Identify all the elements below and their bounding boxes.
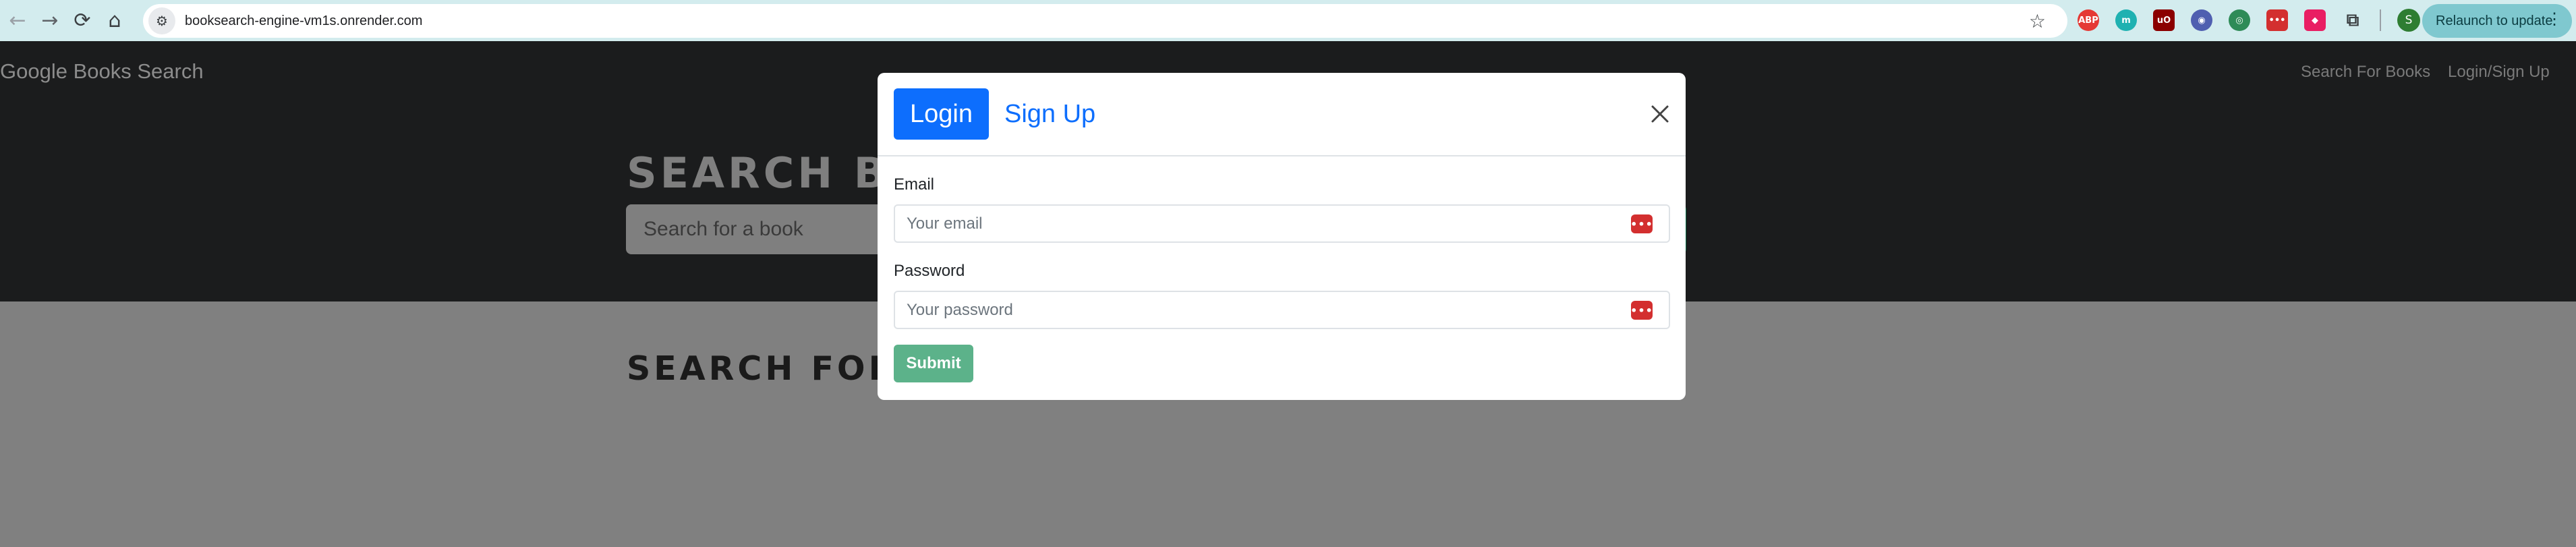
close-icon[interactable] (1649, 103, 1671, 125)
toolbar-divider (2380, 9, 2381, 31)
nav-login-signup-link[interactable]: Login/Sign Up (2448, 63, 2550, 82)
tab-login[interactable]: Login (894, 88, 989, 140)
forward-icon[interactable]: → (34, 5, 66, 37)
reload-icon[interactable]: ⟳ (66, 5, 98, 37)
email-label: Email (894, 175, 935, 194)
puzzle-extensions-icon[interactable]: ⧉ (2342, 9, 2364, 31)
section-title: SEARCH FOR (627, 349, 898, 388)
tab-signup[interactable]: Sign Up (1004, 88, 1095, 140)
password-label: Password (894, 262, 965, 280)
globe-extension-icon[interactable]: ◉ (2191, 9, 2212, 31)
home-icon[interactable]: ⌂ (98, 5, 131, 37)
hero-title: SEARCH B (627, 148, 889, 198)
url-text[interactable]: booksearch-engine-vm1s.onrender.com (185, 13, 422, 29)
search-placeholder: Search for a book (643, 218, 803, 240)
email-field[interactable]: Your email ••• (894, 204, 1670, 243)
login-modal: Login Sign Up Email Your email ••• Passw… (878, 73, 1686, 400)
kebab-menu-icon[interactable]: ⋮ (2546, 9, 2563, 29)
teal-m-extension-icon[interactable]: m (2115, 9, 2137, 31)
bookmark-star-icon[interactable]: ☆ (2029, 10, 2046, 32)
brand-link[interactable]: Google Books Search (0, 59, 204, 84)
adblock-plus-extension-icon[interactable]: ABP (2078, 9, 2099, 31)
password-field[interactable]: Your password ••• (894, 291, 1670, 329)
submit-button[interactable]: Submit (894, 345, 973, 382)
site-info-icon[interactable]: ⚙ (148, 7, 175, 34)
chrome-extension-icon[interactable]: ◎ (2229, 9, 2250, 31)
password-manager-icon[interactable]: ••• (1630, 301, 1653, 320)
extensions-toolbar: ABP m uO ◉ ◎ ••• ◆ ⧉ S (2078, 7, 2420, 34)
relaunch-label: Relaunch to update (2436, 13, 2553, 28)
modal-header: Login Sign Up (878, 73, 1686, 156)
nav-search-books-link[interactable]: Search For Books (2301, 63, 2430, 82)
relaunch-button[interactable]: Relaunch to update ⋮ (2422, 4, 2572, 38)
browser-toolbar: ← → ⟳ ⌂ ⚙ booksearch-engine-vm1s.onrende… (0, 0, 2576, 41)
password-manager-extension-icon[interactable]: ••• (2266, 9, 2288, 31)
ublock-extension-icon[interactable]: uO (2153, 9, 2175, 31)
address-bar[interactable]: ⚙ booksearch-engine-vm1s.onrender.com ☆ (143, 4, 2067, 38)
profile-avatar[interactable]: S (2397, 9, 2420, 32)
email-placeholder: Your email (907, 214, 983, 233)
pink-extension-icon[interactable]: ◆ (2304, 9, 2326, 31)
password-manager-icon[interactable]: ••• (1630, 214, 1653, 233)
password-placeholder: Your password (907, 300, 1013, 319)
back-icon[interactable]: ← (1, 5, 34, 37)
